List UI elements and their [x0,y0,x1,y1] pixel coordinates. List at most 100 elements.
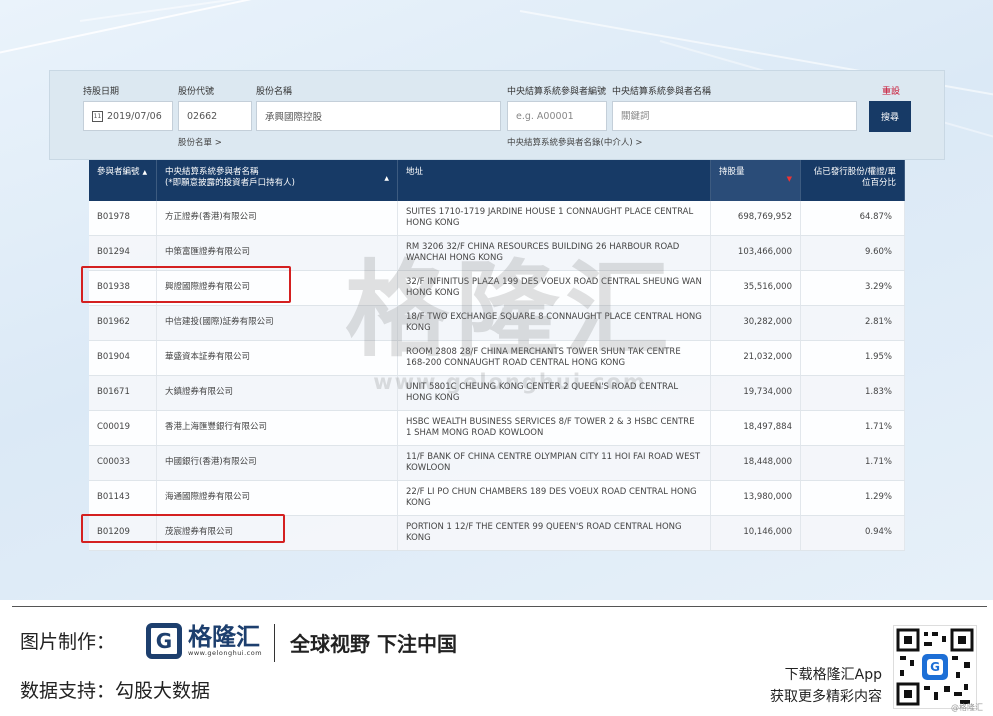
cell-percent: 1.71% [801,411,905,445]
cell-participant-id: C00033 [89,446,157,480]
cell-participant-name: 香港上海匯豐銀行有限公司 [157,411,398,445]
footer-divider [12,606,987,607]
header-percent[interactable]: 佔已發行股份/權證/單位百分比 [801,160,905,201]
brand-g-icon: G [146,623,182,659]
cell-address: 32/F INFINITUS PLAZA 199 DES VOEUX ROAD … [398,271,711,305]
table-header: 參與者編號 ▲ 中央結算系統參與者名稱 (*即願意披露的投資者戶口持有人) ▲ … [89,160,905,201]
participant-name-input[interactable] [621,110,856,122]
cell-percent: 2.81% [801,306,905,340]
table-row: C00019 香港上海匯豐銀行有限公司 HSBC WEALTH BUSINESS… [89,411,905,446]
cell-address: 11/F BANK OF CHINA CENTRE OLYMPIAN CITY … [398,446,711,480]
cell-participant-name: 方正證券(香港)有限公司 [157,201,398,235]
cell-participant-name: 大鎮證券有限公司 [157,376,398,410]
cell-percent: 1.71% [801,446,905,480]
cell-address: 18/F TWO EXCHANGE SQUARE 8 CONNAUGHT PLA… [398,306,711,340]
stock-name-value: 承興國際控股 [265,112,323,123]
brand-logo: G 格隆汇 www.gelonghui.com [146,623,262,659]
participant-name-label: 中央結算系統參與者名稱 [612,87,712,97]
highlight-box-b01938 [81,266,291,303]
cell-percent: 1.95% [801,341,905,375]
cell-holding: 19,734,000 [711,376,801,410]
header-holding[interactable]: 持股量 ▼ [711,160,801,201]
cell-percent: 64.87% [801,201,905,235]
stock-code-value: 02662 [187,110,218,122]
cell-holding: 103,466,000 [711,236,801,270]
cell-participant-name: 華盛資本証券有限公司 [157,341,398,375]
cell-address: HSBC WEALTH BUSINESS SERVICES 8/F TOWER … [398,411,711,445]
cell-holding: 10,146,000 [711,516,801,550]
cell-percent: 1.29% [801,481,905,515]
brand-separator [274,624,275,662]
table-row: B01143 海通國際證券有限公司 22/F LI PO CHUN CHAMBE… [89,481,905,516]
cell-participant-name: 中國銀行(香港)有限公司 [157,446,398,480]
stock-list-link[interactable]: 股份名單 > [178,136,222,148]
cell-participant-id: B01978 [89,201,157,235]
cell-address: 22/F LI PO CHUN CHAMBERS 189 DES VOEUX R… [398,481,711,515]
cell-holding: 30,282,000 [711,306,801,340]
cell-address: PORTION 1 12/F THE CENTER 99 QUEEN'S ROA… [398,516,711,550]
stock-name-label: 股份名稱 [256,87,293,97]
qr-watermark: @格隆汇 [951,703,983,712]
cell-participant-id: B01962 [89,306,157,340]
cell-address: ROOM 2808 28/F CHINA MERCHANTS TOWER SHU… [398,341,711,375]
table-row: B01978 方正證券(香港)有限公司 SUITES 1710-1719 JAR… [89,201,905,236]
sort-asc-icon[interactable]: ▲ [143,169,148,177]
table-row: B01904 華盛資本証券有限公司 ROOM 2808 28/F CHINA M… [89,341,905,376]
brand-name: 格隆汇 [188,623,260,651]
participant-directory-link[interactable]: 中央結算系統參與者名錄(中介人) > [507,136,642,148]
table-body: B01978 方正證券(香港)有限公司 SUITES 1710-1719 JAR… [89,201,905,551]
qr-code-icon: G [896,628,974,706]
header-participant-id[interactable]: 參與者編號 ▲ [89,160,157,201]
cell-holding: 18,497,884 [711,411,801,445]
cell-holding: 21,032,000 [711,341,801,375]
cell-participant-id: C00019 [89,411,157,445]
table-row: B01671 大鎮證券有限公司 UNIT 5801C CHEUNG KONG C… [89,376,905,411]
stock-code-field[interactable]: 02662 [178,101,252,131]
qr-code[interactable]: G [893,625,977,709]
shareholding-table: 參與者編號 ▲ 中央結算系統參與者名稱 (*即願意披露的投資者戶口持有人) ▲ … [89,160,905,551]
cell-percent: 0.94% [801,516,905,550]
cell-percent: 1.83% [801,376,905,410]
participant-id-input[interactable] [516,110,606,122]
brand-url: www.gelonghui.com [188,649,263,657]
participant-name-field[interactable] [612,101,857,131]
cell-holding: 18,448,000 [711,446,801,480]
table-row: B01962 中信建投(國際)証券有限公司 18/F TWO EXCHANGE … [89,306,905,341]
date-value: 2019/07/06 [107,110,162,122]
cell-participant-id: B01904 [89,341,157,375]
svg-text:G: G [930,660,940,674]
decor-streak [79,0,675,22]
cell-address: SUITES 1710-1719 JARDINE HOUSE 1 CONNAUG… [398,201,711,235]
slogan: 全球视野 下注中国 [290,632,457,656]
stock-name-field[interactable]: 承興國際控股 [256,101,501,131]
table-row: C00033 中國銀行(香港)有限公司 11/F BANK OF CHINA C… [89,446,905,481]
cell-participant-name: 海通國際證券有限公司 [157,481,398,515]
header-participant-name[interactable]: 中央結算系統參與者名稱 (*即願意披露的投資者戶口持有人) ▲ [157,160,398,201]
cell-participant-id: B01671 [89,376,157,410]
cell-holding: 698,769,952 [711,201,801,235]
cell-holding: 13,980,000 [711,481,801,515]
participant-id-label: 中央結算系統參與者編號 [507,87,607,97]
participant-id-field[interactable] [507,101,607,131]
download-promo: 下载格隆汇App 获取更多精彩内容 [770,665,882,708]
reset-link[interactable]: 重設 [882,84,900,97]
search-button[interactable]: 搜尋 [869,101,911,132]
sort-desc-icon[interactable]: ▼ [787,175,792,184]
data-source-label: 数据支持：勾股大数据 [20,680,211,702]
cell-participant-id: B01294 [89,236,157,270]
calendar-icon[interactable]: 11 [92,110,103,122]
date-label: 持股日期 [83,87,120,97]
highlight-box-b01209 [81,514,285,543]
cell-participant-id: B01143 [89,481,157,515]
decor-streak [0,0,469,62]
cell-participant-name: 中策富匯證券有限公司 [157,236,398,270]
stock-code-label: 股份代號 [178,87,215,97]
cell-percent: 3.29% [801,271,905,305]
sort-asc-icon[interactable]: ▲ [384,175,389,183]
made-by-label: 图片制作： [20,631,116,653]
cell-participant-name: 中信建投(國際)証券有限公司 [157,306,398,340]
cell-address: RM 3206 32/F CHINA RESOURCES BUILDING 26… [398,236,711,270]
cell-holding: 35,516,000 [711,271,801,305]
download-line2: 获取更多精彩内容 [770,688,882,705]
date-field[interactable]: 11 2019/07/06 [83,101,173,131]
